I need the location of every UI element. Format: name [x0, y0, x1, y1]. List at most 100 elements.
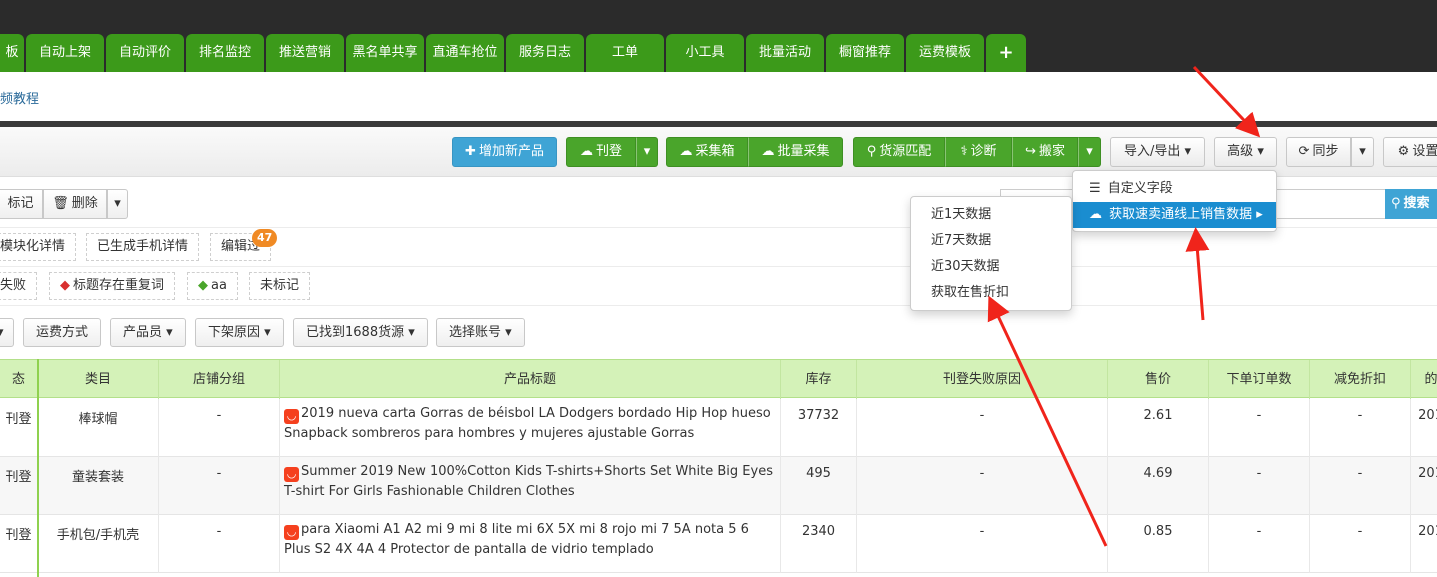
collect-box-button[interactable]: ☁ 采集箱 — [666, 137, 748, 167]
col-orders[interactable]: 下单订单数 — [1209, 360, 1310, 399]
source-match-label: 货源匹配 — [879, 144, 932, 159]
cell-shop-group: - — [159, 457, 280, 515]
caret-down-icon: ▾ — [166, 325, 173, 340]
tag-aa[interactable]: ◆ aa — [187, 272, 238, 300]
table-row[interactable]: 刊登 童装套装 - ◡ Summer 2019 New 100%Cotton Kids … — [0, 457, 1437, 515]
product-title-text[interactable]: para Xiaomi A1 A2 mi 9 mi 8 lite mi 6X 5… — [284, 522, 749, 557]
filter-partial-button[interactable]: ▾ — [0, 318, 14, 347]
tag-label: aa — [211, 278, 227, 293]
publish-dropdown-toggle[interactable]: ▾ — [636, 137, 658, 167]
cloud-download-icon: ☁ — [1089, 207, 1102, 222]
add-tab-button[interactable]: + — [986, 34, 1026, 72]
search-button[interactable]: ⚲ 搜索 — [1385, 189, 1437, 219]
cloud-download-icon: ☁ — [679, 144, 693, 159]
sales-data-submenu: 近1天数据 近7天数据 近30天数据 获取在售折扣 — [910, 196, 1072, 311]
row-divider — [0, 305, 1437, 306]
menu-item-30-days[interactable]: 近30天数据 — [911, 254, 1071, 280]
search-icon: ⚲ — [1391, 196, 1401, 211]
col-category[interactable]: 类目 — [38, 360, 159, 399]
filter-found-1688-source[interactable]: 已找到1688货源 ▾ — [293, 318, 428, 347]
nav-tab[interactable]: 自动评价 — [106, 34, 184, 72]
list-icon: ☰ — [1089, 181, 1101, 196]
nav-tab[interactable]: 服务日志 — [506, 34, 584, 72]
tag-mobile-detail[interactable]: 已生成手机详情 — [86, 233, 200, 261]
menu-item-get-sales-data[interactable]: ☁ 获取速卖通线上销售数据 ▸ — [1073, 202, 1276, 228]
cell-discount: - — [1310, 515, 1411, 573]
video-tutorial-link[interactable]: 频教程 — [0, 88, 39, 107]
cell-product-title[interactable]: ◡ 2019 nueva carta Gorras de béisbol LA D… — [280, 399, 781, 457]
sync-dropdown-toggle[interactable]: ▾ — [1351, 137, 1374, 167]
col-discount[interactable]: 减免折扣 — [1310, 360, 1411, 399]
col-stock[interactable]: 库存 — [781, 360, 857, 399]
col-status[interactable]: 态 — [0, 360, 38, 399]
menu-item-7-days[interactable]: 近7天数据 — [911, 228, 1071, 254]
col-product-title[interactable]: 产品标题 — [280, 360, 781, 399]
menu-item-1-day[interactable]: 近1天数据 — [911, 202, 1071, 228]
search-label: 搜索 — [1403, 196, 1430, 211]
mark-button[interactable]: 标记 — [0, 189, 43, 219]
cell-shop-group: - — [159, 399, 280, 457]
col-shop-group[interactable]: 店铺分组 — [159, 360, 280, 399]
filter-product-person[interactable]: 产品员 ▾ — [110, 318, 186, 347]
col-price[interactable]: 售价 — [1108, 360, 1209, 399]
nav-tab[interactable]: 工单 — [586, 34, 664, 72]
advanced-button[interactable]: 高级 ▾ — [1214, 137, 1277, 167]
cell-product-title[interactable]: ◡ para Xiaomi A1 A2 mi 9 mi 8 lite mi 6X … — [280, 515, 781, 573]
add-product-label: 增加新产品 — [478, 144, 544, 159]
nav-tab[interactable]: 自动上架 — [26, 34, 104, 72]
col-date[interactable]: 的 — [1411, 360, 1437, 399]
settings-label: 设置 — [1412, 144, 1437, 159]
menu-item-label: 获取速卖通线上销售数据 — [1109, 207, 1253, 222]
sync-button[interactable]: ⟳ 同步 — [1286, 137, 1351, 167]
caret-down-icon: ▾ — [264, 325, 271, 340]
nav-tab[interactable]: 板 — [0, 34, 24, 72]
table-header: 态 类目 店铺分组 产品标题 库存 刊登失败原因 售价 下单订单数 减免折扣 的 — [0, 359, 1437, 399]
cell-price: 4.69 — [1108, 457, 1209, 515]
table-row[interactable]: 刊登 棒球帽 - ◡ 2019 nueva carta Gorras de béisbo… — [0, 399, 1437, 457]
nav-tab[interactable]: 排名监控 — [186, 34, 264, 72]
caret-down-icon: ▾ — [643, 144, 651, 159]
cell-date: 201 — [1411, 399, 1437, 457]
nav-tab[interactable]: 小工具 — [666, 34, 744, 72]
filter-offline-reason[interactable]: 下架原因 ▾ — [195, 318, 284, 347]
nav-tab[interactable]: 橱窗推荐 — [826, 34, 904, 72]
settings-button[interactable]: ⚙ 设置 — [1383, 137, 1437, 167]
badge-count: 47 — [257, 231, 273, 244]
menu-item-custom-fields[interactable]: ☰ 自定义字段 — [1073, 176, 1276, 202]
product-title-text[interactable]: Summer 2019 New 100%Cotton Kids T-shirts… — [284, 464, 773, 499]
table-row[interactable]: 刊登 手机包/手机壳 - ◡ para Xiaomi A1 A2 mi 9 mi 8 l… — [0, 515, 1437, 573]
col-fail-reason[interactable]: 刊登失败原因 — [857, 360, 1108, 399]
nav-tab[interactable]: 黑名单共享 — [346, 34, 424, 72]
nav-tab[interactable]: 推送营销 — [266, 34, 344, 72]
cell-status: 刊登 — [0, 457, 38, 515]
advanced-label: 高级 — [1227, 144, 1254, 159]
tag-duplicate-title[interactable]: ◆ 标题存在重复词 — [49, 272, 176, 300]
caret-down-icon: ▾ — [1257, 144, 1264, 159]
nav-tab[interactable]: 运费模板 — [906, 34, 984, 72]
cell-status: 刊登 — [0, 515, 38, 573]
publish-button[interactable]: ☁ 刊登 — [566, 137, 636, 167]
cell-fail-reason: - — [857, 399, 1108, 457]
action-dropdown-toggle[interactable]: ▾ — [107, 189, 128, 219]
menu-item-get-discount[interactable]: 获取在售折扣 — [911, 280, 1071, 306]
move-store-button[interactable]: ↪ 搬家 — [1012, 137, 1078, 167]
filter-shipping-method[interactable]: 运费方式 — [23, 318, 102, 347]
nav-tab[interactable]: 批量活动 — [746, 34, 824, 72]
add-product-button[interactable]: ✚ 增加新产品 — [452, 137, 557, 167]
filter-select-account[interactable]: 选择账号 ▾ — [436, 318, 525, 347]
aliexpress-icon: ◡ — [284, 525, 299, 540]
product-title-text[interactable]: 2019 nueva carta Gorras de béisbol LA Do… — [284, 406, 771, 441]
collect-box-label: 采集箱 — [695, 144, 735, 159]
source-match-button[interactable]: ⚲ 货源匹配 — [853, 137, 945, 167]
nav-tab[interactable]: 直通车抢位 — [426, 34, 504, 72]
cell-product-title[interactable]: ◡ Summer 2019 New 100%Cotton Kids T-shirt… — [280, 457, 781, 515]
import-export-button[interactable]: 导入/导出 ▾ — [1110, 137, 1205, 167]
subheader — [0, 72, 1437, 122]
tag-unmarked[interactable]: 未标记 — [249, 272, 311, 300]
delete-button[interactable]: 🗑 删除 — [43, 189, 107, 219]
batch-collect-button[interactable]: ☁ 批量采集 — [748, 137, 843, 167]
diagnose-button[interactable]: ⚕ 诊断 — [945, 137, 1012, 167]
move-store-dropdown-toggle[interactable]: ▾ — [1078, 137, 1101, 167]
tag-failed[interactable]: 失败 — [0, 272, 38, 300]
tag-modular-detail[interactable]: 模块化详情 — [0, 233, 77, 261]
